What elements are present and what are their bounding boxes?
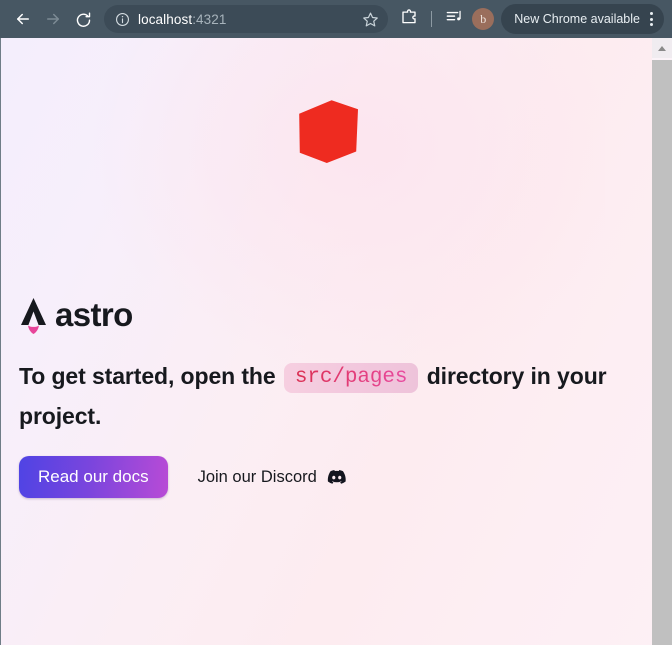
- red-cube: [299, 100, 358, 163]
- toolbar-divider: [431, 11, 433, 27]
- code-pill: src/pages: [283, 362, 419, 393]
- kebab-dot: [649, 23, 653, 26]
- scroll-up-triangle: [658, 45, 666, 51]
- url-text[interactable]: localhost:4321: [138, 12, 356, 27]
- scroll-up-arrow-icon[interactable]: [652, 38, 672, 58]
- star-icon[interactable]: [360, 9, 380, 29]
- page-content: astro To get started, open the src/pages…: [1, 38, 653, 645]
- extensions-puzzle-icon: [400, 8, 418, 31]
- media-control-button[interactable]: [440, 5, 468, 33]
- chrome-update-button[interactable]: New Chrome available: [501, 4, 664, 34]
- reload-button[interactable]: [68, 4, 98, 34]
- scrollbar-thumb[interactable]: [652, 60, 672, 645]
- astro-wordmark: astro: [55, 296, 133, 333]
- astro-logo: astro: [19, 290, 619, 334]
- code-pill-text: src/pages: [294, 365, 408, 389]
- reload-icon: [75, 11, 92, 28]
- chrome-update-label: New Chrome available: [514, 12, 640, 26]
- forward-button[interactable]: [38, 4, 68, 34]
- url-port: :4321: [192, 11, 227, 27]
- info-circle-icon[interactable]: [113, 10, 131, 28]
- discord-logo-icon: [326, 469, 346, 485]
- cube-stage: [1, 38, 653, 238]
- avatar[interactable]: b: [472, 8, 495, 30]
- browser-toolbar: localhost:4321 b New Chrome available: [0, 0, 672, 38]
- getting-started-text: To get started, open the src/pages direc…: [19, 356, 619, 436]
- page-viewport: astro To get started, open the src/pages…: [0, 38, 672, 645]
- page-scrollbar[interactable]: [652, 38, 672, 645]
- extensions-button[interactable]: [395, 5, 423, 33]
- avatar-initial: b: [480, 11, 487, 26]
- address-bar[interactable]: localhost:4321: [104, 5, 389, 33]
- forward-arrow-icon: [44, 10, 62, 28]
- media-playlist-icon: [445, 7, 464, 31]
- kebab-dot: [649, 17, 653, 21]
- url-host: localhost: [138, 11, 193, 27]
- cta-row: Read our docs Join our Discord: [19, 456, 619, 498]
- back-button[interactable]: [8, 4, 38, 34]
- read-docs-button[interactable]: Read our docs: [19, 456, 168, 498]
- astro-a-mark: [19, 296, 48, 334]
- back-arrow-icon: [14, 10, 32, 28]
- hero-section: astro To get started, open the src/pages…: [19, 290, 619, 498]
- kebab-dot: [649, 12, 653, 15]
- join-discord-label: Join our Discord: [197, 467, 317, 486]
- instructions-before: To get started, open the: [19, 363, 276, 389]
- join-discord-link[interactable]: Join our Discord: [198, 468, 346, 487]
- read-docs-label: Read our docs: [38, 467, 149, 486]
- kebab-menu-icon[interactable]: [642, 6, 660, 32]
